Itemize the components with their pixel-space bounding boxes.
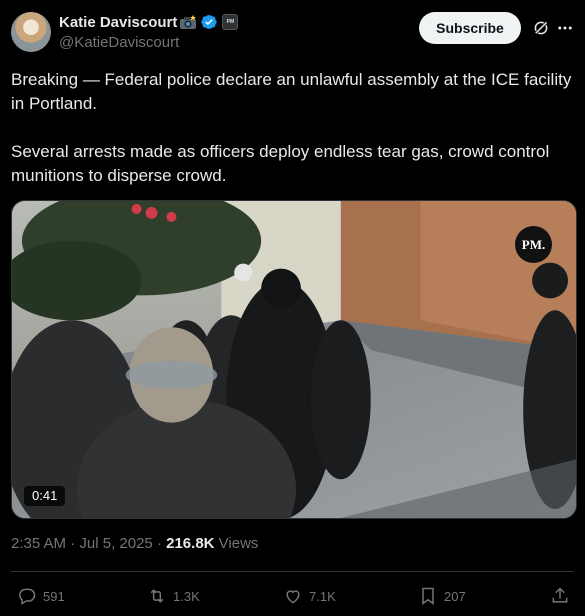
display-name[interactable]: Katie Daviscourt [59,14,177,31]
bookmark-count: 207 [444,588,466,604]
views-label: Views [218,535,259,552]
tweet-paragraph-1: Breaking — Federal police declare an unl… [11,70,572,113]
tweet-date[interactable]: Jul 5, 2025 [79,535,152,552]
bookmark-icon [422,587,434,605]
repost-count: 1.3K [173,588,200,604]
affiliate-badge[interactable]: PM [222,14,239,30]
like-button[interactable]: 7.1K [283,584,336,608]
tweet-header: Katie Daviscourt PM @KatieDaviscourt Sub… [11,11,574,53]
tweet: Katie Daviscourt PM @KatieDaviscourt Sub… [0,0,585,616]
verified-badge-icon [201,15,218,29]
heart-icon [286,590,300,604]
reply-button[interactable]: 591 [17,584,65,608]
views-count: 216.8K [166,535,215,552]
camera-flash-emoji-icon [180,15,197,29]
divider [11,571,574,572]
video-duration: 0:41 [24,486,66,506]
repost-button[interactable]: 1.3K [147,584,200,608]
like-count: 7.1K [309,588,336,604]
tweet-time[interactable]: 2:35 AM [11,535,66,552]
action-bar: 591 1.3K 7.1K 207 [11,584,574,608]
share-icon [552,587,568,603]
display-name-row: Katie Daviscourt PM [59,12,239,32]
share-button[interactable] [550,584,570,608]
tweet-paragraph-2: Several arrests made as officers deploy … [11,142,550,185]
meta-separator: · [70,535,76,552]
pm-watermark: PM. [515,226,552,263]
author-handle[interactable]: @KatieDaviscourt [59,34,238,51]
tweet-meta: 2:35 AM · Jul 5, 2025 · 216.8K Views [11,535,258,552]
author-names: Katie Daviscourt PM @KatieDaviscourt [59,12,239,51]
more-icon[interactable] [556,19,574,37]
repost-icon [150,589,164,603]
video-frame [12,201,576,518]
avatar[interactable] [11,12,51,52]
bookmark-button[interactable]: 207 [418,584,466,608]
reply-icon [19,588,36,605]
subscribe-button[interactable]: Subscribe [419,12,521,44]
video-player[interactable]: PM. 0:41 [11,200,577,519]
grok-icon[interactable] [532,19,550,37]
tweet-text: Breaking — Federal police declare an unl… [11,68,574,188]
meta-separator: · [156,535,162,552]
reply-count: 591 [43,588,65,604]
